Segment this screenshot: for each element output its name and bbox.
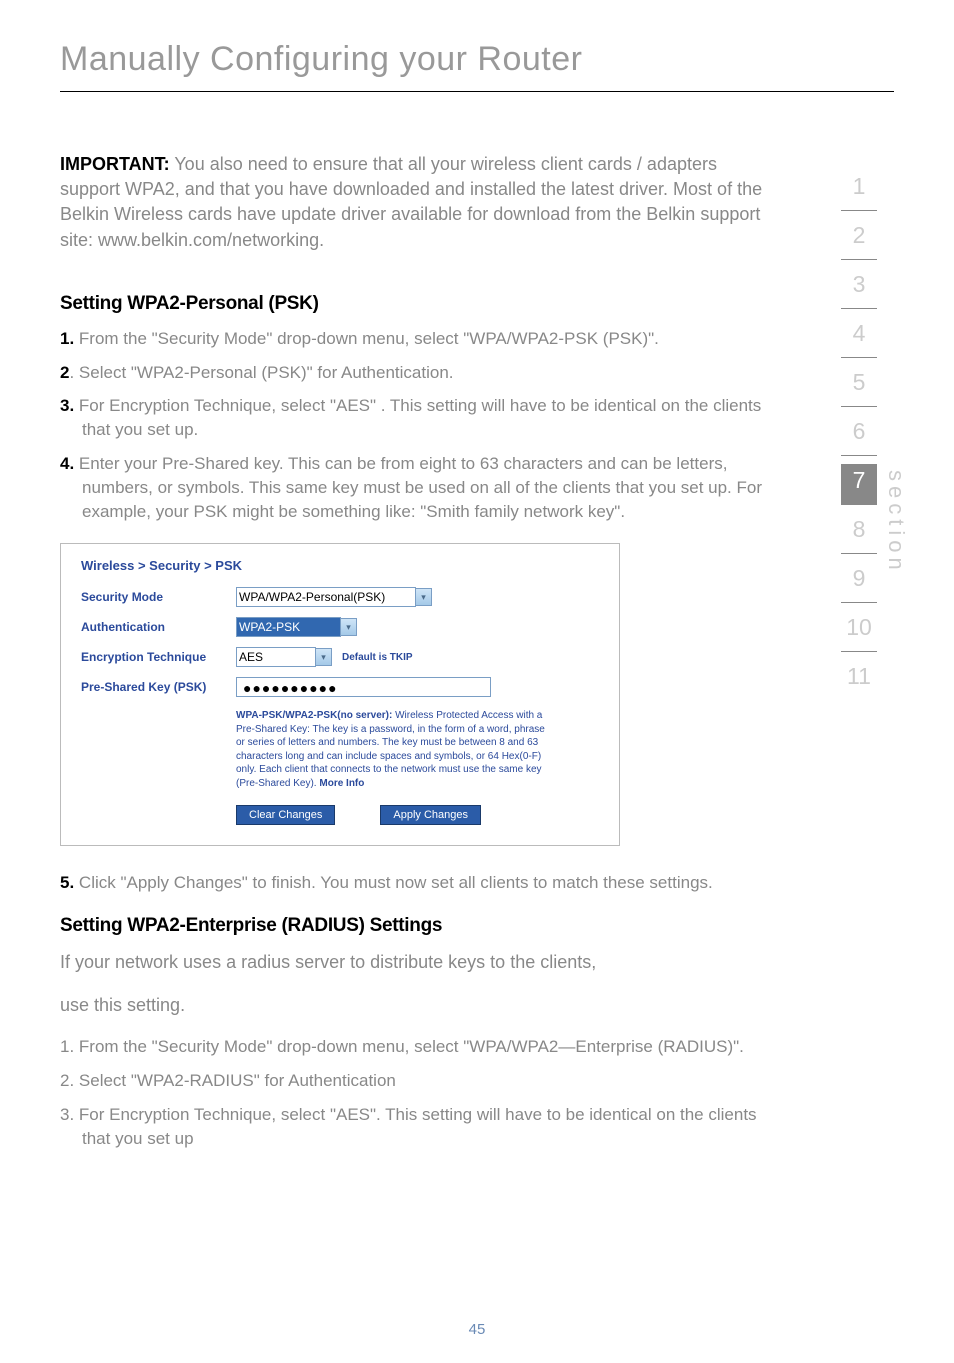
nav-num-8[interactable]: 8 [841, 513, 877, 554]
page-title: Manually Configuring your Router [60, 40, 894, 92]
router-ui-screenshot: Wireless > Security > PSK Security Mode … [60, 543, 620, 846]
list-item: 3. For Encryption Technique, select "AES… [60, 394, 774, 442]
section-sidebar: 1 2 3 4 5 6 7 8 9 10 11 section [841, 170, 909, 708]
nav-num-6[interactable]: 6 [841, 415, 877, 456]
nav-numbers: 1 2 3 4 5 6 7 8 9 10 11 [841, 170, 877, 708]
section1-heading: Setting WPA2-Personal (PSK) [60, 293, 774, 315]
nav-num-1[interactable]: 1 [841, 170, 877, 211]
authentication-row: Authentication WPA2-PSK▾ [81, 617, 599, 637]
chevron-down-icon[interactable]: ▾ [315, 648, 332, 666]
section1-steps: 1. From the "Security Mode" drop-down me… [60, 327, 774, 524]
help-body: Wireless Protected Access with a Pre-Sha… [236, 710, 545, 789]
list-item: 3. For Encryption Technique, select "AES… [60, 1103, 774, 1151]
button-row: Clear Changes Apply Changes [236, 805, 599, 825]
security-mode-row: Security Mode WPA/WPA2-Personal(PSK)▾ [81, 587, 599, 607]
list-item: 1. From the "Security Mode" drop-down me… [60, 327, 774, 351]
list-item: 4. Enter your Pre-Shared key. This can b… [60, 452, 774, 523]
psk-input[interactable]: ●●●●●●●●●● [236, 677, 491, 697]
encryption-label: Encryption Technique [81, 650, 236, 664]
chevron-down-icon[interactable]: ▾ [415, 588, 432, 606]
section2-steps: 1. From the "Security Mode" drop-down me… [60, 1035, 774, 1150]
step5-list: 5. Click "Apply Changes" to finish. You … [60, 871, 774, 895]
nav-num-10[interactable]: 10 [841, 611, 877, 652]
page-number: 45 [469, 1321, 486, 1338]
authentication-select[interactable]: WPA2-PSK [236, 617, 341, 637]
nav-num-7[interactable]: 7 [841, 464, 877, 505]
authentication-label: Authentication [81, 620, 236, 634]
list-item: 1. From the "Security Mode" drop-down me… [60, 1035, 774, 1059]
apply-changes-button[interactable]: Apply Changes [380, 805, 481, 825]
nav-num-9[interactable]: 9 [841, 562, 877, 603]
breadcrumb: Wireless > Security > PSK [81, 558, 599, 573]
nav-num-11[interactable]: 11 [841, 660, 877, 700]
section2-intro1: If your network uses a radius server to … [60, 949, 774, 976]
more-info-link[interactable]: More Info [319, 778, 364, 789]
important-paragraph: IMPORTANT: You also need to ensure that … [60, 152, 774, 253]
list-item: 2. Select "WPA2-Personal (PSK)" for Auth… [60, 361, 774, 385]
chevron-down-icon[interactable]: ▾ [340, 618, 357, 636]
security-mode-label: Security Mode [81, 590, 236, 604]
list-item: 2. Select "WPA2-RADIUS" for Authenticati… [60, 1069, 774, 1093]
encryption-select[interactable]: AES [236, 647, 316, 667]
important-label: IMPORTANT: [60, 154, 170, 174]
encryption-note: Default is TKIP [342, 652, 413, 663]
section-label: section [883, 470, 909, 575]
psk-row: Pre-Shared Key (PSK) ●●●●●●●●●● [81, 677, 599, 697]
help-bold: WPA-PSK/WPA2-PSK(no server): [236, 710, 395, 721]
security-mode-select[interactable]: WPA/WPA2-Personal(PSK) [236, 587, 416, 607]
clear-changes-button[interactable]: Clear Changes [236, 805, 335, 825]
nav-num-4[interactable]: 4 [841, 317, 877, 358]
section2-heading: Setting WPA2-Enterprise (RADIUS) Setting… [60, 915, 774, 937]
nav-num-2[interactable]: 2 [841, 219, 877, 260]
section2-intro2: use this setting. [60, 992, 774, 1019]
nav-num-5[interactable]: 5 [841, 366, 877, 407]
list-item: 5. Click "Apply Changes" to finish. You … [60, 871, 774, 895]
psk-label: Pre-Shared Key (PSK) [81, 680, 236, 694]
nav-num-3[interactable]: 3 [841, 268, 877, 309]
encryption-row: Encryption Technique AES▾ Default is TKI… [81, 647, 599, 667]
help-text: WPA-PSK/WPA2-PSK(no server): Wireless Pr… [236, 709, 556, 790]
